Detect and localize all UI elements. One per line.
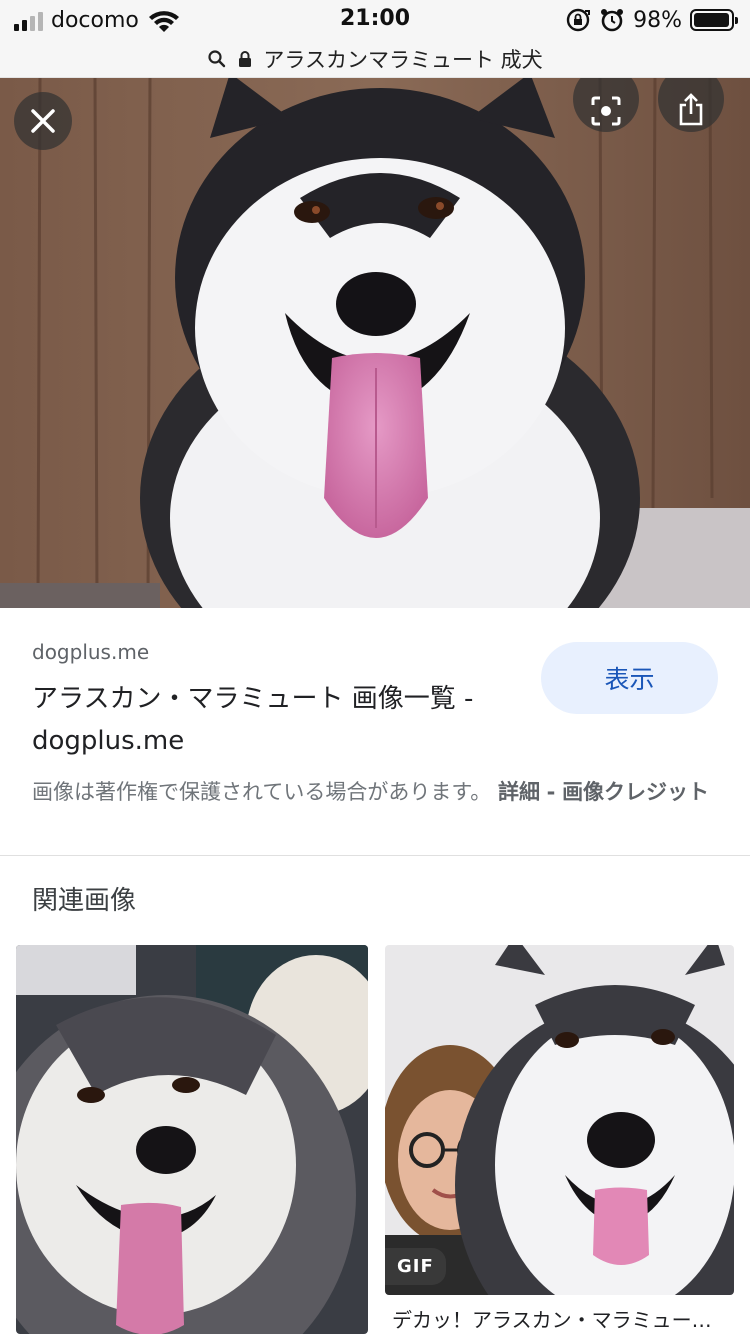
related-image-1[interactable]	[16, 945, 368, 1334]
related-image-2[interactable]: GIF	[385, 945, 734, 1295]
related-caption-2[interactable]: デカッ！アラスカン・マラミュー…	[392, 1304, 732, 1333]
url-bar[interactable]: アラスカンマラミュート 成犬	[0, 40, 750, 78]
copyright-notice: 画像は著作権で保護されている場合があります。 詳細 - 画像クレジット	[32, 776, 722, 808]
image-credits-link[interactable]: 画像クレジット	[562, 780, 709, 804]
copyright-text: 画像は著作権で保護されている場合があります。	[32, 780, 492, 804]
lock-icon	[239, 50, 252, 67]
battery-fill	[694, 13, 730, 27]
separator: -	[546, 780, 556, 804]
gif-badge: GIF	[385, 1248, 446, 1285]
battery-percent: 98%	[633, 7, 682, 33]
result-info: dogplus.me アラスカン・マラミュート 画像一覧 - dogplus.m…	[0, 608, 750, 856]
result-title[interactable]: アラスカン・マラミュート 画像一覧 - dogplus.me	[32, 678, 522, 762]
close-button[interactable]	[14, 92, 72, 150]
search-icon	[208, 49, 226, 67]
rotation-lock-icon	[566, 8, 591, 32]
close-icon	[31, 109, 55, 133]
related-thumbnail-1	[16, 945, 368, 1334]
share-icon	[679, 93, 703, 126]
related-thumbnail-2	[385, 945, 734, 1295]
alarm-icon	[601, 9, 624, 32]
malamute-photo	[0, 78, 750, 608]
status-right: 98%	[565, 7, 738, 33]
hero-image	[0, 78, 750, 608]
related-heading: 関連画像	[32, 886, 137, 916]
details-link[interactable]: 詳細	[498, 780, 540, 804]
lens-icon	[591, 96, 621, 126]
show-button[interactable]: 表示	[541, 642, 718, 714]
source-domain[interactable]: dogplus.me	[32, 640, 149, 664]
battery-icon	[690, 9, 738, 31]
url-text: アラスカンマラミュート 成犬	[263, 47, 543, 72]
status-bar: docomo 21:00 98%	[0, 0, 750, 40]
